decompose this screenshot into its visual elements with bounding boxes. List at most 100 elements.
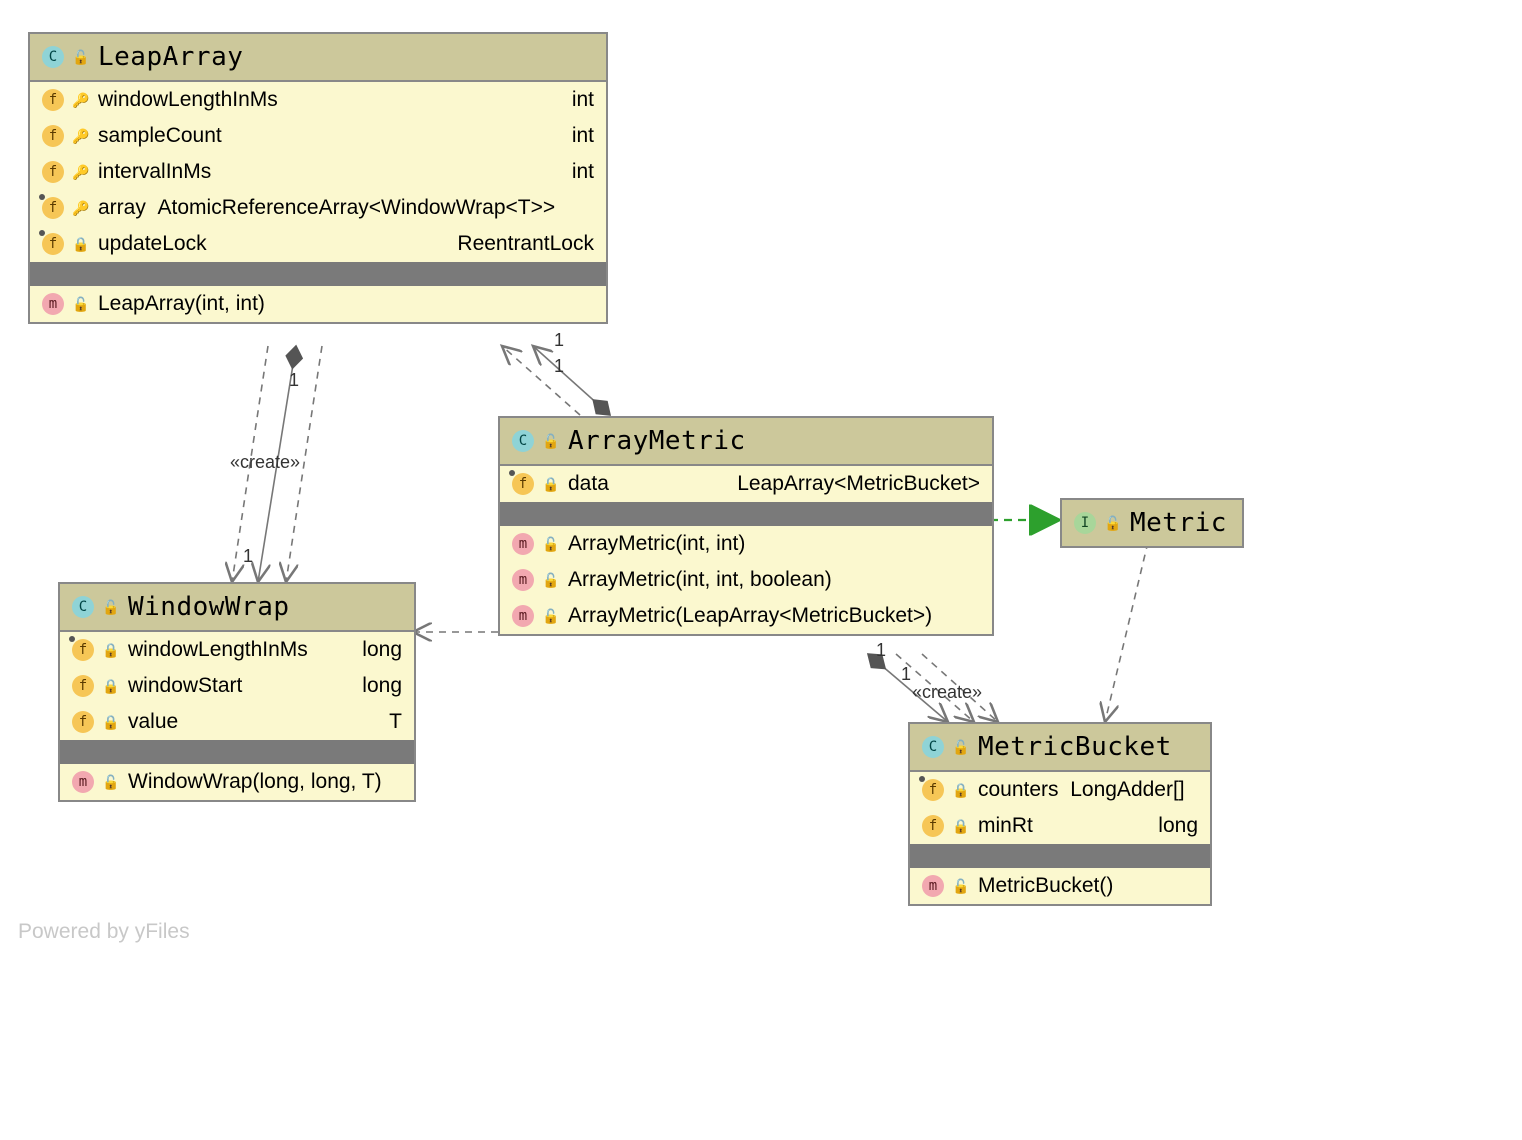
private-icon: 🔒 <box>104 678 118 695</box>
field-type: long <box>362 674 402 698</box>
field-row: f 🔒 windowLengthInMs long <box>60 632 414 668</box>
method-row: m 🔓 ArrayMetric(LeapArray<MetricBucket>) <box>500 598 992 634</box>
class-header: C 🔓 LeapArray <box>30 34 606 80</box>
uml-canvas: 1 1 1 1 1 1 «create» «create» C 🔓 LeapAr… <box>0 0 1522 1140</box>
interface-Metric[interactable]: I 🔓 Metric <box>1060 498 1244 548</box>
method-sig: MetricBucket() <box>978 874 1113 898</box>
field-type: int <box>572 160 594 184</box>
divider-bar <box>30 262 606 286</box>
mult-label: 1 <box>876 640 886 661</box>
field-icon: f <box>922 815 944 837</box>
method-row: m 🔓 ArrayMetric(int, int, boolean) <box>500 562 992 598</box>
method-sig: LeapArray(int, int) <box>98 292 265 316</box>
protected-icon: 🔑 <box>74 164 88 181</box>
method-row: m 🔓 WindowWrap(long, long, T) <box>60 764 414 800</box>
method-icon: m <box>72 771 94 793</box>
field-icon: f <box>42 125 64 147</box>
field-name: windowLengthInMs <box>128 638 308 662</box>
mult-label: 1 <box>554 330 564 351</box>
public-icon: 🔓 <box>544 536 558 553</box>
field-row: f 🔒 data LeapArray<MetricBucket> <box>500 466 992 502</box>
field-row: f 🔒 minRt long <box>910 808 1210 844</box>
field-icon: f <box>42 197 64 219</box>
public-icon: 🔓 <box>544 572 558 589</box>
mult-label: 1 <box>901 664 911 685</box>
class-title: WindowWrap <box>128 592 290 622</box>
pin-icon <box>39 230 45 236</box>
field-row: f 🔒 value T <box>60 704 414 740</box>
field-icon: f <box>512 473 534 495</box>
class-header: C 🔓 MetricBucket <box>910 724 1210 770</box>
divider-bar <box>500 502 992 526</box>
private-icon: 🔒 <box>104 642 118 659</box>
method-row: m 🔓 MetricBucket() <box>910 868 1210 904</box>
divider-bar <box>60 740 414 764</box>
mult-label: 1 <box>554 356 564 377</box>
field-icon: f <box>42 233 64 255</box>
public-icon: 🔓 <box>74 296 88 313</box>
method-icon: m <box>922 875 944 897</box>
field-icon: f <box>72 675 94 697</box>
protected-icon: 🔑 <box>74 128 88 145</box>
field-row: f 🔑 sampleCount int <box>30 118 606 154</box>
field-type: int <box>572 88 594 112</box>
method-sig: WindowWrap(long, long, T) <box>128 770 382 794</box>
footer-text: Powered by yFiles <box>18 920 190 944</box>
field-name: array AtomicReferenceArray<WindowWrap<T>… <box>98 196 555 220</box>
open-lock-icon: 🔓 <box>544 433 558 450</box>
field-row: f 🔑 array AtomicReferenceArray<WindowWra… <box>30 190 606 226</box>
field-name: minRt <box>978 814 1033 838</box>
interface-icon: I <box>1074 512 1096 534</box>
open-lock-icon: 🔓 <box>74 49 88 66</box>
mult-label: 1 <box>289 370 299 391</box>
protected-icon: 🔑 <box>74 200 88 217</box>
private-icon: 🔒 <box>954 782 968 799</box>
class-LeapArray[interactable]: C 🔓 LeapArray f 🔑 windowLengthInMs int f… <box>28 32 608 324</box>
pin-icon <box>39 194 45 200</box>
class-icon: C <box>922 736 944 758</box>
private-icon: 🔒 <box>954 818 968 835</box>
field-name: intervalInMs <box>98 160 211 184</box>
class-header: I 🔓 Metric <box>1062 500 1242 546</box>
method-sig: ArrayMetric(LeapArray<MetricBucket>) <box>568 604 932 628</box>
class-MetricBucket[interactable]: C 🔓 MetricBucket f 🔒 counters LongAdder[… <box>908 722 1212 906</box>
field-row: f 🔑 intervalInMs int <box>30 154 606 190</box>
open-lock-icon: 🔓 <box>1106 515 1120 532</box>
class-header: C 🔓 ArrayMetric <box>500 418 992 464</box>
field-row: f 🔒 windowStart long <box>60 668 414 704</box>
public-icon: 🔓 <box>954 878 968 895</box>
method-icon: m <box>512 569 534 591</box>
field-type: ReentrantLock <box>457 232 594 256</box>
method-icon: m <box>512 533 534 555</box>
field-name: sampleCount <box>98 124 222 148</box>
class-title: ArrayMetric <box>568 426 746 456</box>
class-title: MetricBucket <box>978 732 1172 762</box>
method-sig: ArrayMetric(int, int) <box>568 532 745 556</box>
private-icon: 🔒 <box>544 476 558 493</box>
open-lock-icon: 🔓 <box>104 599 118 616</box>
field-name: counters LongAdder[] <box>978 778 1185 802</box>
method-icon: m <box>42 293 64 315</box>
pin-icon <box>509 470 515 476</box>
field-icon: f <box>72 711 94 733</box>
field-icon: f <box>42 89 64 111</box>
field-type: long <box>362 638 402 662</box>
method-icon: m <box>512 605 534 627</box>
class-ArrayMetric[interactable]: C 🔓 ArrayMetric f 🔒 data LeapArray<Metri… <box>498 416 994 636</box>
class-WindowWrap[interactable]: C 🔓 WindowWrap f 🔒 windowLengthInMs long… <box>58 582 416 802</box>
class-icon: C <box>512 430 534 452</box>
open-lock-icon: 🔓 <box>954 739 968 756</box>
field-name: windowStart <box>128 674 242 698</box>
field-type: int <box>572 124 594 148</box>
private-icon: 🔒 <box>74 236 88 253</box>
field-row: f 🔒 counters LongAdder[] <box>910 772 1210 808</box>
pin-icon <box>919 776 925 782</box>
field-name: windowLengthInMs <box>98 88 278 112</box>
divider-bar <box>910 844 1210 868</box>
class-icon: C <box>72 596 94 618</box>
method-row: m 🔓 ArrayMetric(int, int) <box>500 526 992 562</box>
field-type: long <box>1158 814 1198 838</box>
class-icon: C <box>42 46 64 68</box>
method-sig: ArrayMetric(int, int, boolean) <box>568 568 832 592</box>
field-name: value <box>128 710 178 734</box>
